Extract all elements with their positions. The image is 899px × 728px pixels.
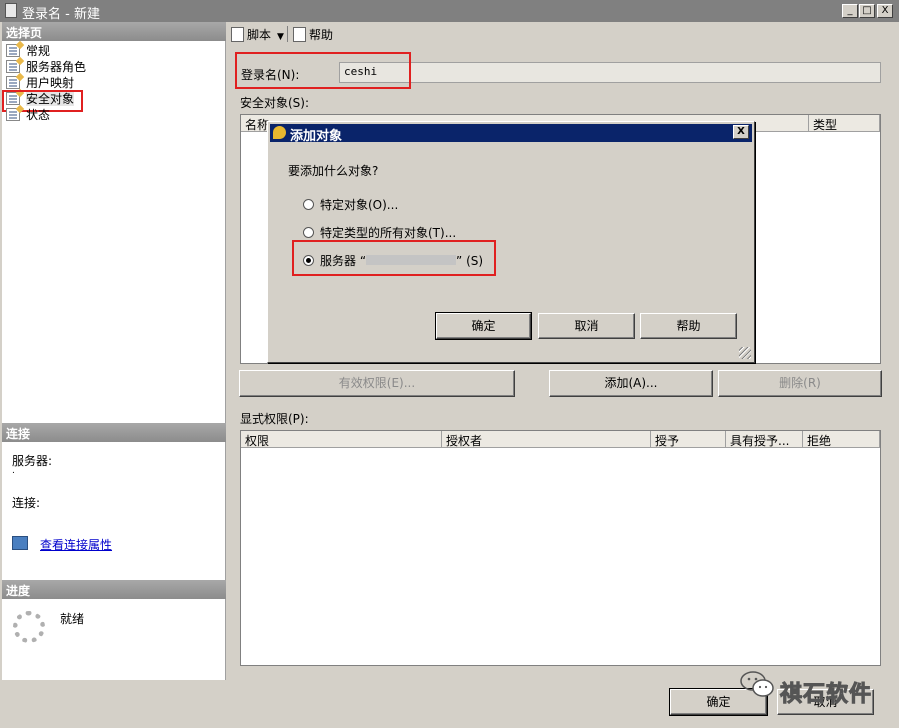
column-header-grant[interactable]: 授予: [651, 431, 726, 448]
column-header-grantor[interactable]: 授权者: [442, 431, 651, 448]
login-name-field[interactable]: ceshi: [339, 62, 881, 83]
wechat-logo-icon: [740, 671, 774, 697]
dropdown-arrow-icon: ▼: [277, 32, 284, 42]
securables-label: 安全对象(S):: [240, 96, 310, 110]
server-option-highlight: [292, 240, 496, 276]
key-icon: [273, 126, 286, 139]
page-item-status[interactable]: 状态: [6, 107, 50, 123]
radio-icon[interactable]: [303, 227, 314, 238]
page-icon: [6, 76, 20, 89]
dialog-close-button[interactable]: X: [733, 125, 749, 139]
server-value: .: [12, 466, 15, 476]
view-connection-properties-link[interactable]: 查看连接属性: [40, 536, 112, 553]
connection-header: 连接: [2, 423, 226, 442]
dialog-title: 添加对象: [290, 129, 343, 144]
column-header-deny[interactable]: 拒绝: [803, 431, 880, 448]
page-item-user-mapping[interactable]: 用户映射: [6, 75, 74, 91]
dialog-ok-button[interactable]: 确定: [435, 312, 532, 340]
radio-icon[interactable]: [303, 199, 314, 210]
network-icon: [12, 536, 28, 550]
help-button[interactable]: 帮助: [293, 26, 333, 43]
column-header-permission[interactable]: 权限: [241, 431, 442, 448]
maximize-button[interactable]: □: [859, 4, 875, 18]
dialog-help-button[interactable]: 帮助: [640, 313, 737, 339]
page-icon: [6, 60, 20, 73]
minimize-button[interactable]: _: [842, 4, 858, 18]
toolbar-divider: [287, 26, 288, 42]
server-label: 服务器:: [12, 454, 53, 468]
option-specific-objects[interactable]: 特定对象(O)...: [303, 196, 398, 213]
progress-status: 就绪: [60, 612, 85, 626]
login-name-highlight: [235, 52, 411, 89]
effective-permissions-button[interactable]: 有效权限(E)...: [239, 370, 515, 397]
help-icon: [293, 27, 306, 42]
option-all-objects-of-type[interactable]: 特定类型的所有对象(T)...: [303, 224, 456, 241]
page-item-server-roles[interactable]: 服务器角色: [6, 59, 86, 75]
page-icon: [6, 108, 20, 121]
progress-header: 进度: [2, 580, 226, 599]
toolbar: 脚本 ▼ 帮助: [228, 22, 899, 46]
close-button[interactable]: X: [877, 4, 893, 18]
explicit-permissions-grid[interactable]: 权限 授权者 授予 具有授予... 拒绝: [240, 430, 881, 666]
script-icon: [231, 27, 244, 42]
select-page-header: 选择页: [2, 22, 226, 41]
column-header-with-grant[interactable]: 具有授予...: [726, 431, 803, 448]
add-objects-dialog: 添加对象 X 要添加什么对象? 特定对象(O)... 特定类型的所有对象(T).…: [267, 121, 755, 363]
dialog-cancel-button[interactable]: 取消: [538, 313, 635, 339]
explicit-permissions-label: 显式权限(P):: [240, 412, 309, 426]
dialog-question: 要添加什么对象?: [288, 164, 379, 178]
dialog-titlebar: 添加对象 X: [270, 124, 752, 144]
column-header-type[interactable]: 类型: [809, 115, 880, 132]
script-button[interactable]: 脚本 ▼: [231, 26, 284, 43]
window-titlebar: 登录名 - 新建 _ □ X: [0, 0, 899, 22]
page-item-general[interactable]: 常规: [6, 43, 50, 59]
watermark-text: 祺石软件: [779, 682, 873, 708]
window-icon: [5, 3, 17, 18]
window-title: 登录名 - 新建: [22, 7, 100, 22]
left-panel: 选择页 常规 服务器角色 用户映射 安全对象 状态 连接 服务器: . 连接: …: [2, 22, 226, 680]
resize-grip-icon[interactable]: [739, 347, 751, 359]
remove-button[interactable]: 删除(R): [718, 370, 882, 397]
page-icon: [6, 44, 20, 57]
connection-label: 连接:: [12, 496, 41, 510]
progress-spinner-icon: [13, 611, 45, 643]
add-button[interactable]: 添加(A)...: [549, 370, 713, 397]
